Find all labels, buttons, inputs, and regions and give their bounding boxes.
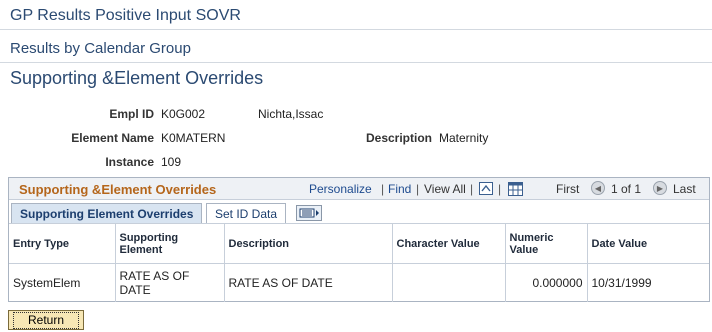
description-value: Maternity <box>439 131 489 145</box>
grid-icon[interactable] <box>507 181 523 196</box>
return-button[interactable]: Return <box>8 310 84 330</box>
breadcrumb: Results by Calendar Group <box>10 40 191 57</box>
grid-tabs: Supporting Element Overrides Set ID Data <box>9 201 709 224</box>
download-icon[interactable] <box>478 181 494 196</box>
column-description: Description <box>224 223 393 264</box>
cell-supporting-element: RATE AS OF DATE <box>115 263 225 302</box>
employee-name-value: Nichta,Issac <box>258 107 324 121</box>
instance-label: Instance <box>105 155 154 169</box>
overrides-grid: Supporting &Element Overrides Personaliz… <box>8 177 710 302</box>
tab-set-id-data[interactable]: Set ID Data <box>206 203 287 224</box>
column-supporting-element: Supporting Element <box>115 223 225 264</box>
cell-date-value: 10/31/1999 <box>591 275 652 290</box>
show-all-columns-icon[interactable] <box>296 205 322 221</box>
first-label: First <box>556 182 580 196</box>
empl-id-value: K0G002 <box>161 107 206 121</box>
table-row: SystemElem RATE AS OF DATE RATE AS OF DA… <box>9 263 709 302</box>
row-range: 1 of 1 <box>611 182 642 196</box>
empl-id-label: Empl ID <box>109 107 154 121</box>
breadcrumb-divider <box>0 62 712 63</box>
separator: | <box>470 182 474 196</box>
separator: | <box>498 182 502 196</box>
next-icon[interactable]: ▶ <box>653 181 667 195</box>
top-bar: GP Results Positive Input SOVR <box>0 0 712 30</box>
tab-supporting-element-overrides[interactable]: Supporting Element Overrides <box>11 203 203 224</box>
previous-icon[interactable]: ◀ <box>591 181 605 195</box>
column-date-value: Date Value <box>587 223 709 264</box>
column-numeric-value: Numeric Value <box>505 223 588 264</box>
separator: | <box>381 182 385 196</box>
view-all-link[interactable]: View All <box>424 182 466 196</box>
element-name-value: K0MATERN <box>161 131 226 145</box>
cell-numeric-value: 0.000000 <box>505 263 588 302</box>
app-title: GP Results Positive Input SOVR <box>10 7 241 24</box>
table-header-row: Entry Type Supporting Element Descriptio… <box>9 223 709 264</box>
overrides-table: Entry Type Supporting Element Descriptio… <box>9 223 709 302</box>
cell-entry-type: SystemElem <box>9 263 116 302</box>
page-title: Supporting &Element Overrides <box>10 68 264 88</box>
column-character-value: Character Value <box>392 223 506 264</box>
element-name-label: Element Name <box>71 131 154 145</box>
instance-value: 109 <box>161 155 182 169</box>
find-link[interactable]: Find <box>388 182 411 196</box>
grid-title: Supporting &Element Overrides <box>19 182 217 197</box>
separator: | <box>416 182 420 196</box>
cell-character-value <box>392 263 506 302</box>
personalize-link[interactable]: Personalize <box>309 182 372 196</box>
column-entry-type: Entry Type <box>9 223 116 264</box>
return-button-label: Return <box>13 312 79 329</box>
cell-description: RATE AS OF DATE <box>224 263 393 302</box>
grid-header: Supporting &Element Overrides Personaliz… <box>9 178 709 200</box>
last-label: Last <box>673 182 696 196</box>
description-label: Description <box>365 131 432 145</box>
